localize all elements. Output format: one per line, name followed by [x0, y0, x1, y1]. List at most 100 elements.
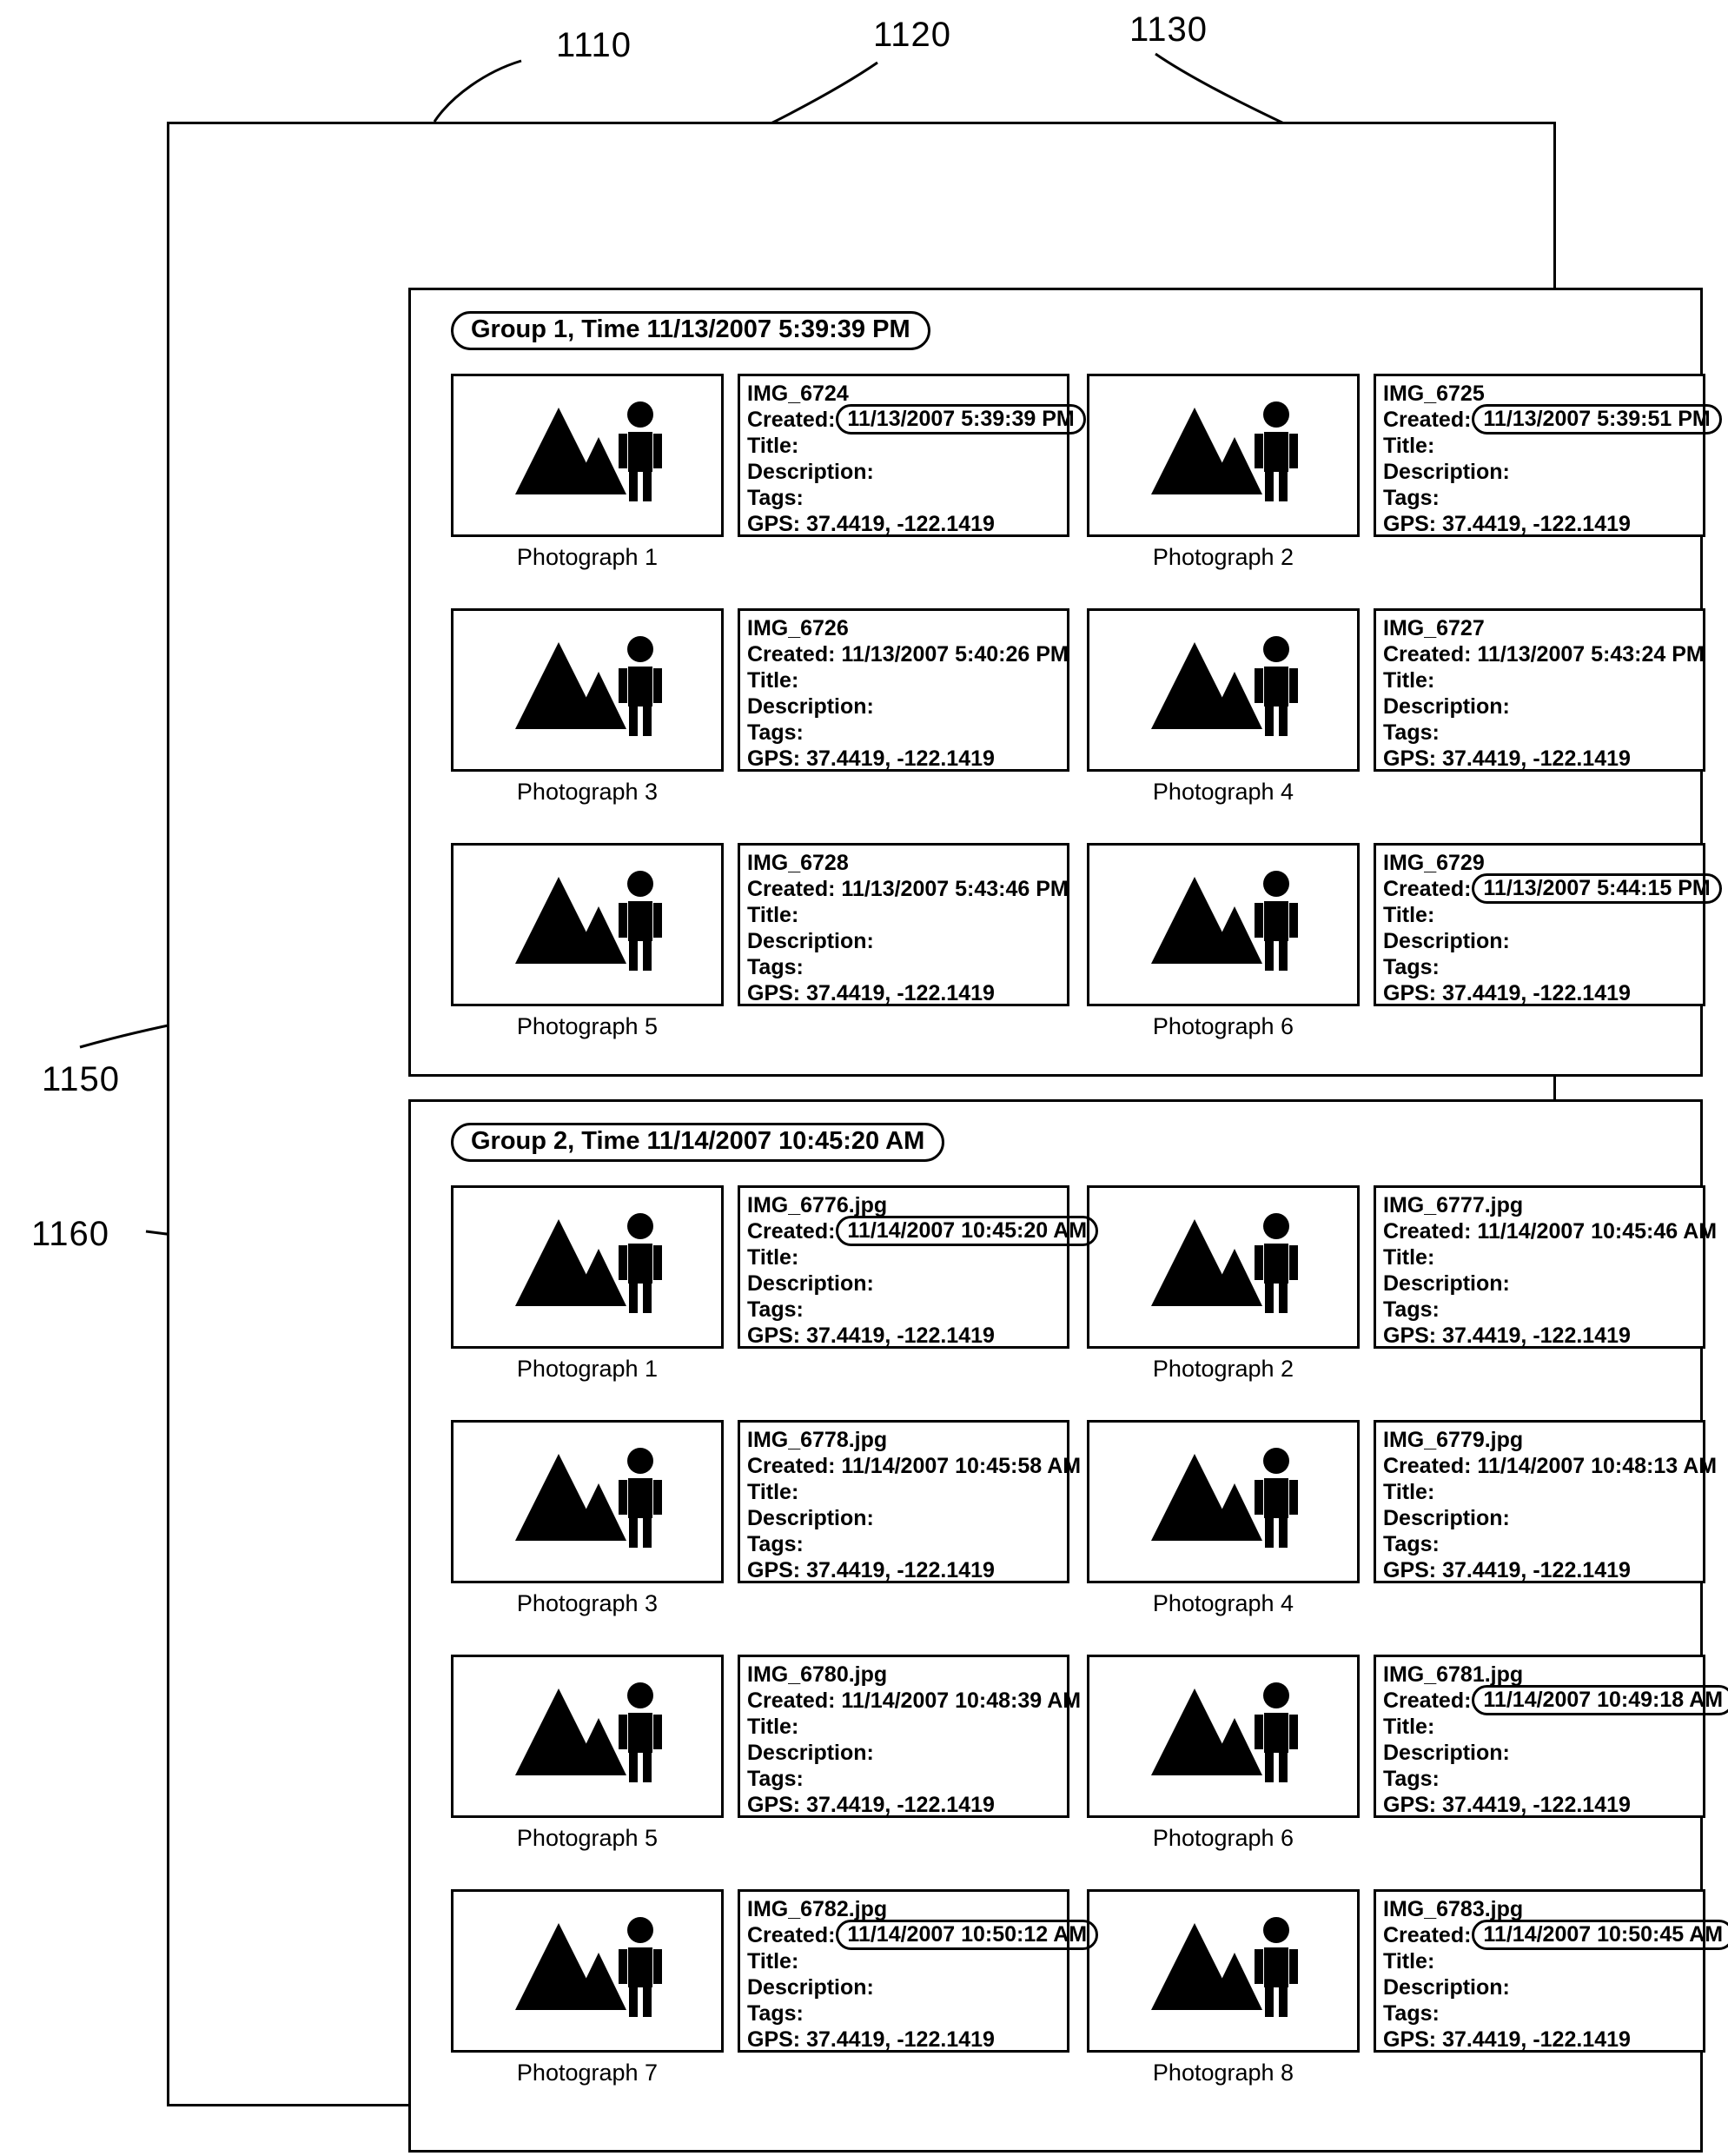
filename-label: IMG_6781.jpg [1383, 1662, 1524, 1687]
photo-thumbnail[interactable] [1087, 1420, 1360, 1583]
landscape-person-icon [454, 861, 721, 992]
created-row: Created: 11/13/2007 5:43:46 PM [747, 876, 1069, 902]
photo-thumbnail[interactable] [1087, 374, 1360, 537]
gps-label: GPS: 37.4419, -122.1419 [747, 512, 995, 536]
filename-label: IMG_6778.jpg [747, 1428, 888, 1452]
ref-numeral-1130: 1130 [1129, 10, 1208, 49]
gps-label: GPS: 37.4419, -122.1419 [1383, 2027, 1631, 2052]
filename-label: IMG_6728 [747, 851, 849, 875]
photo-caption: Photograph 3 [516, 779, 659, 805]
created-label: Created: [747, 1219, 836, 1244]
photo-metadata-panel[interactable]: IMG_6729 Created: 11/13/2007 5:44:15 PM Tit… [1374, 843, 1722, 1006]
gps-label: GPS: 37.4419, -122.1419 [747, 1558, 995, 1582]
created-label: Created: [747, 1454, 836, 1478]
created-row: Created: 11/14/2007 10:45:20 AM [747, 1216, 1099, 1246]
photo-thumbnail[interactable] [1087, 608, 1360, 772]
created-label: Created: [747, 877, 836, 901]
created-label: Created: [1383, 642, 1472, 667]
photo-metadata-panel[interactable]: IMG_6776.jpg Created: 11/14/2007 10:45:20 … [738, 1185, 1099, 1349]
photo-thumbnail[interactable] [451, 1655, 724, 1818]
landscape-person-icon [1089, 1204, 1357, 1334]
photo-thumbnail[interactable] [451, 843, 724, 1006]
group-1-header-label: Group 1, Time 11/13/2007 5:39:39 PM [451, 311, 930, 350]
ref-numeral-1150: 1150 [42, 1060, 121, 1098]
photo-thumbnail[interactable] [451, 1185, 724, 1349]
title-label: Title: [747, 1480, 799, 1504]
photo-thumbnail[interactable] [451, 374, 724, 537]
tags-label: Tags: [747, 720, 804, 745]
created-date-value: 11/14/2007 10:48:13 AM [1477, 1454, 1718, 1478]
tags-label: Tags: [1383, 486, 1440, 510]
title-label: Title: [747, 1949, 799, 1974]
created-label: Created: [747, 408, 836, 432]
created-row: Created: 11/13/2007 5:40:26 PM [747, 641, 1069, 667]
photo-thumbnail[interactable] [451, 608, 724, 772]
landscape-person-icon [454, 627, 721, 757]
created-row: Created: 11/14/2007 10:50:12 AM [747, 1920, 1099, 1950]
photo-thumbnail[interactable] [1087, 1889, 1360, 2053]
figure-outer-frame: Group 1, Time 11/13/2007 5:39:39 PM Phot… [167, 122, 1728, 2153]
title-label: Title: [747, 1245, 799, 1270]
created-date-value: 11/14/2007 10:48:39 AM [841, 1688, 1082, 1713]
photo-caption: Photograph 1 [516, 544, 659, 570]
photo-metadata-panel[interactable]: IMG_6728 Created: 11/13/2007 5:43:46 PM Tit… [738, 843, 1069, 1006]
description-label: Description: [1383, 1975, 1510, 2000]
tags-label: Tags: [1383, 1532, 1440, 1556]
filename-label: IMG_6782.jpg [747, 1897, 888, 1921]
photo-metadata-panel[interactable]: IMG_6782.jpg Created: 11/14/2007 10:50:12 … [738, 1889, 1099, 2053]
filename-label: IMG_6724 [747, 381, 849, 406]
photo-metadata-panel[interactable]: IMG_6778.jpg Created: 11/14/2007 10:45:58 … [738, 1420, 1081, 1583]
photo-caption: Photograph 4 [1152, 779, 1294, 805]
title-label: Title: [1383, 903, 1435, 927]
photo-thumbnail[interactable] [1087, 843, 1360, 1006]
tags-label: Tags: [1383, 1297, 1440, 1322]
photo-thumbnail[interactable] [1087, 1655, 1360, 1818]
tags-label: Tags: [1383, 1767, 1440, 1791]
photo-thumbnail[interactable] [451, 1889, 724, 2053]
created-date-highlight: 11/13/2007 5:44:15 PM [1472, 873, 1722, 904]
created-row: Created: 11/14/2007 10:45:58 AM [747, 1453, 1081, 1479]
photo-metadata-panel[interactable]: IMG_6779.jpg Created: 11/14/2007 10:48:13 … [1374, 1420, 1717, 1583]
created-row: Created: 11/13/2007 5:39:39 PM [747, 404, 1086, 435]
description-label: Description: [747, 1271, 874, 1296]
filename-label: IMG_6726 [747, 616, 849, 640]
description-label: Description: [1383, 1506, 1510, 1530]
created-label: Created: [747, 1688, 836, 1713]
photo-caption: Photograph 2 [1152, 544, 1294, 570]
photo-metadata-panel[interactable]: IMG_6780.jpg Created: 11/14/2007 10:48:39 … [738, 1655, 1081, 1818]
description-label: Description: [1383, 1741, 1510, 1765]
ref-numeral-1120: 1120 [873, 16, 952, 54]
photo-thumbnail[interactable] [451, 1420, 724, 1583]
photo-metadata-panel[interactable]: IMG_6726 Created: 11/13/2007 5:40:26 PM Tit… [738, 608, 1069, 772]
tags-label: Tags: [747, 1532, 804, 1556]
gps-label: GPS: 37.4419, -122.1419 [747, 746, 995, 771]
title-label: Title: [747, 434, 799, 458]
photo-metadata-panel[interactable]: IMG_6724 Created: 11/13/2007 5:39:39 PM Tit… [738, 374, 1086, 537]
gps-label: GPS: 37.4419, -122.1419 [747, 1323, 995, 1348]
created-label: Created: [1383, 408, 1472, 432]
photo-metadata-panel[interactable]: IMG_6783.jpg Created: 11/14/2007 10:50:45 … [1374, 1889, 1728, 2053]
description-label: Description: [747, 929, 874, 953]
filename-label: IMG_6776.jpg [747, 1193, 888, 1217]
tags-label: Tags: [1383, 2001, 1440, 2026]
photo-thumbnail[interactable] [1087, 1185, 1360, 1349]
filename-label: IMG_6729 [1383, 851, 1485, 875]
photo-metadata-panel[interactable]: IMG_6777.jpg Created: 11/14/2007 10:45:46 … [1374, 1185, 1717, 1349]
landscape-person-icon [454, 1673, 721, 1803]
gps-label: GPS: 37.4419, -122.1419 [1383, 512, 1631, 536]
created-row: Created: 11/13/2007 5:39:51 PM [1383, 404, 1722, 435]
tags-label: Tags: [1383, 720, 1440, 745]
title-label: Title: [747, 668, 799, 693]
photo-metadata-panel[interactable]: IMG_6727 Created: 11/13/2007 5:43:24 PM Tit… [1374, 608, 1705, 772]
landscape-person-icon [454, 1438, 721, 1569]
created-date-highlight: 11/13/2007 5:39:39 PM [836, 404, 1086, 435]
photo-metadata-panel[interactable]: IMG_6781.jpg Created: 11/14/2007 10:49:18 … [1374, 1655, 1728, 1818]
photo-metadata-panel[interactable]: IMG_6725 Created: 11/13/2007 5:39:51 PM Tit… [1374, 374, 1722, 537]
tags-label: Tags: [747, 1767, 804, 1791]
gps-label: GPS: 37.4419, -122.1419 [747, 1793, 995, 1817]
created-row: Created: 11/14/2007 10:48:39 AM [747, 1688, 1081, 1714]
created-label: Created: [747, 642, 836, 667]
created-row: Created: 11/13/2007 5:44:15 PM [1383, 873, 1722, 904]
filename-label: IMG_6779.jpg [1383, 1428, 1524, 1452]
photo-group-1: Group 1, Time 11/13/2007 5:39:39 PM Phot… [408, 288, 1722, 1077]
